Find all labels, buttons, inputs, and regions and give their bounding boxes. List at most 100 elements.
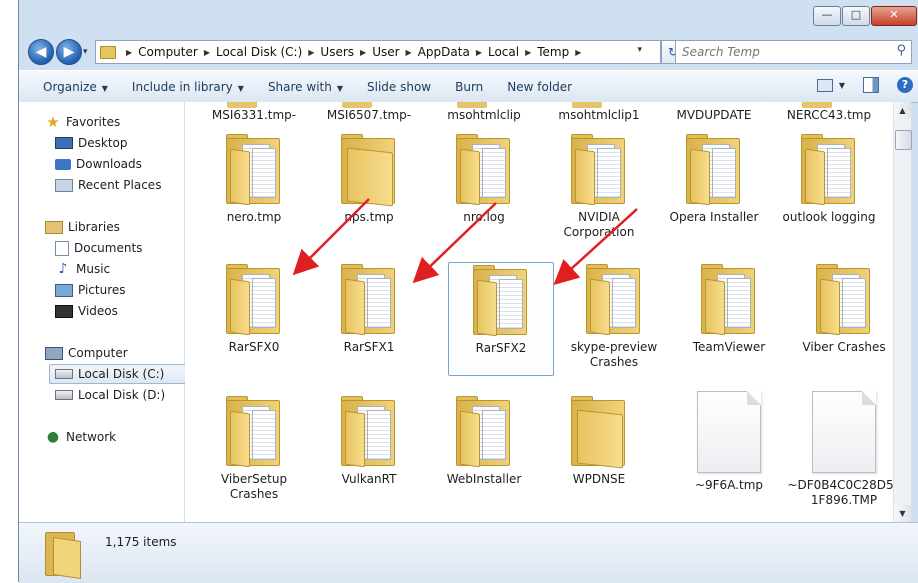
file-item[interactable]: ~DF0B4C0C28D5F1F896.TMP <box>784 386 893 508</box>
folder-item[interactable]: nps.tmp <box>317 124 421 225</box>
preview-pane-icon[interactable] <box>863 77 879 93</box>
nav-network[interactable]: ● Network <box>45 428 116 446</box>
folder-item[interactable]: ViberSetup Crashes <box>202 386 306 502</box>
folder-label: WPDNSE <box>572 472 626 486</box>
folder-icon <box>339 396 399 468</box>
maximize-button[interactable]: □ <box>842 6 870 26</box>
include-in-library-menu[interactable]: Include in library ▼ <box>132 80 244 94</box>
nav-recent-label: Recent Places <box>78 178 162 192</box>
breadcrumb-temp[interactable]: Temp <box>537 45 569 59</box>
nav-computer-label: Computer <box>68 346 128 360</box>
nav-pictures[interactable]: Pictures <box>55 281 126 299</box>
close-button[interactable]: ✕ <box>871 6 917 26</box>
share-with-label: Share with <box>267 79 332 94</box>
organize-menu[interactable]: Organize ▼ <box>43 80 108 94</box>
file-item[interactable]: ~9F6A.tmp <box>677 386 781 493</box>
search-box[interactable]: ⚲ <box>675 40 912 64</box>
file-item-label[interactable]: MSI6331.tmp- <box>202 108 306 122</box>
file-list[interactable]: MSI6331.tmp- MSI6507.tmp- msohtmlclip ms… <box>185 102 893 522</box>
chevron-right-icon[interactable]: ▶ <box>406 48 412 57</box>
nav-libraries[interactable]: Libraries <box>45 218 120 236</box>
chevron-right-icon[interactable]: ▶ <box>360 48 366 57</box>
folder-item[interactable]: VulkanRT <box>317 386 421 487</box>
new-folder-button[interactable]: New folder <box>507 80 572 94</box>
vertical-scrollbar[interactable]: ▲ ▼ <box>893 102 912 522</box>
folder-item[interactable]: outlook logging <box>777 124 881 225</box>
file-item-label[interactable]: msohtmlclip1 <box>547 108 651 122</box>
search-input[interactable] <box>676 41 884 63</box>
breadcrumb-computer[interactable]: Computer <box>138 45 198 59</box>
minimize-icon: — <box>821 8 833 21</box>
folder-item[interactable]: WebInstaller <box>432 386 536 487</box>
chevron-right-icon[interactable]: ▶ <box>204 48 210 57</box>
nav-local-d-label: Local Disk (D:) <box>78 388 166 402</box>
help-icon[interactable]: ? <box>897 77 913 93</box>
address-bar[interactable]: ▶ Computer ▶ Local Disk (C:) ▶ Users ▶ U… <box>95 40 661 64</box>
folder-icon <box>569 134 629 206</box>
chevron-right-icon[interactable]: ▶ <box>476 48 482 57</box>
file-item-label[interactable]: MSI6507.tmp- <box>317 108 421 122</box>
file-item-label[interactable]: msohtmlclip <box>432 108 536 122</box>
folder-item[interactable]: RarSFX1 <box>317 254 421 355</box>
folder-icon <box>799 134 859 206</box>
nav-favorites[interactable]: ★ Favorites <box>45 113 120 131</box>
chevron-right-icon[interactable]: ▶ <box>575 48 581 57</box>
folder-icon <box>584 264 644 336</box>
chevron-right-icon[interactable]: ▶ <box>525 48 531 57</box>
burn-button[interactable]: Burn <box>455 80 483 94</box>
nav-local-disk-d[interactable]: Local Disk (D:) <box>55 386 165 404</box>
minimize-button[interactable]: — <box>813 6 841 26</box>
file-item-label[interactable]: NERCC43.tmp <box>777 108 881 122</box>
folder-item[interactable]: WPDNSE <box>547 386 651 487</box>
folder-item[interactable]: RarSFX0 <box>202 254 306 355</box>
file-item-label[interactable]: MVDUPDATE <box>662 108 766 122</box>
include-in-library-label: Include in library <box>131 79 233 94</box>
folder-item[interactable]: nro.log <box>432 124 536 225</box>
scroll-up-icon[interactable]: ▲ <box>894 102 911 119</box>
nav-documents[interactable]: Documents <box>55 239 142 257</box>
nav-recent-places[interactable]: Recent Places <box>55 176 161 194</box>
chevron-right-icon[interactable]: ▶ <box>126 48 132 57</box>
breadcrumb-local[interactable]: Local <box>488 45 519 59</box>
file-label: ~9F6A.tmp <box>694 478 764 492</box>
folder-item[interactable]: Opera Installer <box>662 124 766 225</box>
nav-pictures-label: Pictures <box>78 283 126 297</box>
folder-label: outlook logging <box>782 210 876 224</box>
folder-label: skype-preview Crashes <box>570 340 658 369</box>
folder-icon <box>224 264 284 336</box>
nav-local-disk-c[interactable]: Local Disk (C:) <box>49 364 186 384</box>
share-with-menu[interactable]: Share with ▼ <box>268 80 343 94</box>
nav-downloads[interactable]: Downloads <box>55 155 142 173</box>
folder-icon <box>224 396 284 468</box>
folder-item[interactable]: Viber Crashes <box>792 254 893 355</box>
folder-item[interactable]: TeamViewer <box>677 254 781 355</box>
chevron-right-icon[interactable]: ▶ <box>308 48 314 57</box>
change-view-icon[interactable] <box>816 78 833 92</box>
forward-button[interactable]: ▶ <box>56 39 82 65</box>
scroll-thumb[interactable] <box>895 130 912 150</box>
back-button[interactable]: ◀ <box>28 39 54 65</box>
nav-videos[interactable]: Videos <box>55 302 118 320</box>
folder-item-selected[interactable]: RarSFX2 <box>448 262 554 376</box>
search-icon[interactable]: ⚲ <box>896 43 906 58</box>
recent-pages-dropdown[interactable]: ▾ <box>83 47 88 57</box>
breadcrumb-user[interactable]: User <box>372 45 399 59</box>
nav-desktop[interactable]: Desktop <box>55 134 128 152</box>
nav-music[interactable]: ♪ Music <box>55 260 111 278</box>
folder-icon <box>699 264 759 336</box>
breadcrumb-local-disk[interactable]: Local Disk (C:) <box>216 45 302 59</box>
address-dropdown[interactable]: ▾ <box>637 45 642 55</box>
file-icon <box>812 391 876 473</box>
folder-item[interactable]: nero.tmp <box>202 124 306 225</box>
folder-item[interactable]: skype-preview Crashes <box>562 254 666 370</box>
slide-show-button[interactable]: Slide show <box>367 80 431 94</box>
folder-item[interactable]: NVIDIA Corporation <box>547 124 651 240</box>
nav-local-c-label: Local Disk (C:) <box>78 367 165 381</box>
pictures-icon <box>55 283 73 297</box>
breadcrumb-users[interactable]: Users <box>320 45 354 59</box>
nav-computer[interactable]: Computer <box>45 344 128 362</box>
nav-desktop-label: Desktop <box>78 136 128 150</box>
breadcrumb-appdata[interactable]: AppData <box>418 45 470 59</box>
view-options-dropdown[interactable]: ▼ <box>839 81 845 90</box>
scroll-down-icon[interactable]: ▼ <box>894 505 911 522</box>
